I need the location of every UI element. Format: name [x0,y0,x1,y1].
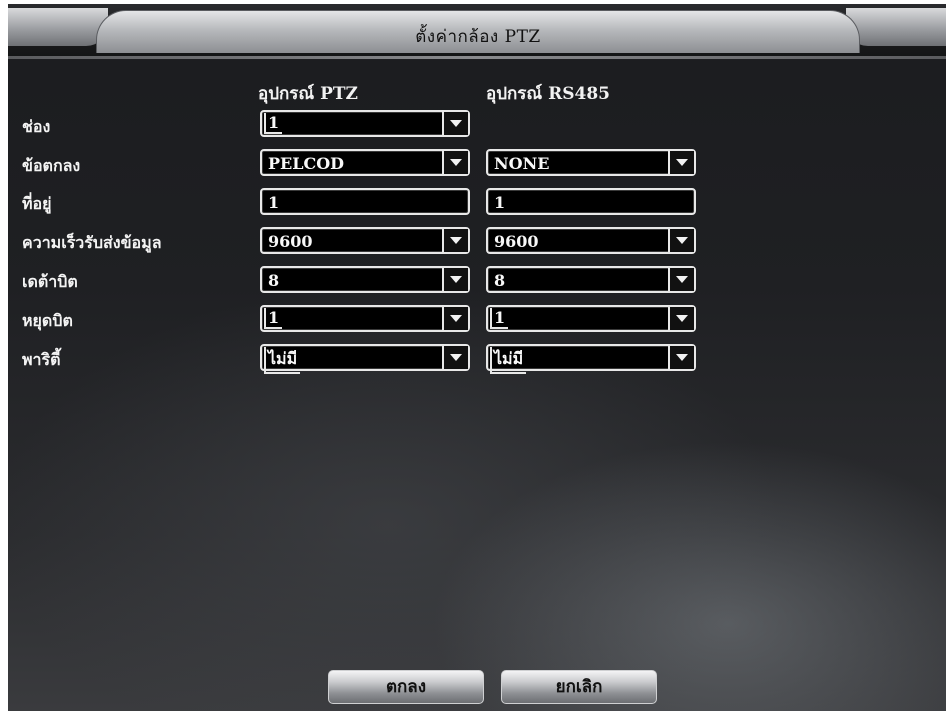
rs485-databit-value: 8 [494,271,506,290]
rs485-address-input[interactable]: 1 [486,188,696,215]
rs485-protocol-value: NONE [494,154,550,173]
rs485-protocol-select[interactable]: NONE [486,149,696,176]
chevron-down-icon[interactable] [668,151,694,174]
ptz-databit-select[interactable]: 8 [260,266,470,293]
channel-value: 1 [264,113,283,134]
ptz-parity-value: ไม่มี [264,347,301,374]
ptz-address-value: 1 [268,193,280,212]
chevron-down-icon[interactable] [442,112,468,135]
channel-label: ช่อง [22,117,51,136]
parity-label: พาริตี้ [22,350,61,369]
rs485-parity-select[interactable]: ไม่มี [486,344,696,374]
title-bar-corner-left [8,8,108,46]
ptz-baudrate-select[interactable]: 9600 [260,227,470,254]
rs485-baudrate-value: 9600 [494,232,539,251]
title-bar: ตั้งค่ากล้อง PTZ [8,4,946,56]
chevron-down-icon[interactable] [442,307,468,330]
window-title: ตั้งค่ากล้อง PTZ [415,27,541,47]
chevron-down-icon[interactable] [442,229,468,252]
ptz-settings-dialog: ตั้งค่ากล้อง PTZ อุปกรณ์ PTZ อุปกรณ์ RS4… [8,4,946,711]
chevron-down-icon[interactable] [442,268,468,291]
stopbit-label: หยุดบิต [22,311,73,330]
chevron-down-icon[interactable] [442,151,468,174]
ptz-protocol-select[interactable]: PELCOD [260,149,470,176]
column-header-rs485: อุปกรณ์ RS485 [486,84,611,104]
title-tab: ตั้งค่ากล้อง PTZ [96,10,860,53]
ptz-baudrate-value: 9600 [268,232,313,251]
rs485-parity-value: ไม่มี [490,347,527,374]
databit-label: เดต้าบิต [22,272,78,291]
address-label: ที่อยู่ [22,194,52,213]
rs485-databit-select[interactable]: 8 [486,266,696,293]
ptz-protocol-value: PELCOD [268,154,345,173]
ptz-parity-select[interactable]: ไม่มี [260,344,470,374]
ptz-stopbit-value: 1 [264,308,283,329]
rs485-baudrate-select[interactable]: 9600 [486,227,696,254]
ptz-address-input[interactable]: 1 [260,188,470,215]
rs485-stopbit-value: 1 [490,308,509,329]
rs485-address-value: 1 [494,193,506,212]
title-bar-corner-right [846,8,946,46]
ptz-stopbit-select[interactable]: 1 [260,305,470,332]
title-divider [8,56,946,59]
cancel-button[interactable]: ยกเลิก [501,670,657,704]
chevron-down-icon[interactable] [668,229,694,252]
rs485-stopbit-select[interactable]: 1 [486,305,696,332]
ptz-databit-value: 8 [268,271,280,290]
protocol-label: ข้อตกลง [22,156,81,175]
chevron-down-icon[interactable] [442,346,468,369]
column-header-ptz: อุปกรณ์ PTZ [258,84,358,104]
channel-select[interactable]: 1 [260,110,470,137]
baudrate-label: ความเร็วรับส่งข้อมูล [22,233,162,252]
chevron-down-icon[interactable] [668,346,694,369]
chevron-down-icon[interactable] [668,268,694,291]
ok-button[interactable]: ตกลง [328,670,484,704]
chevron-down-icon[interactable] [668,307,694,330]
